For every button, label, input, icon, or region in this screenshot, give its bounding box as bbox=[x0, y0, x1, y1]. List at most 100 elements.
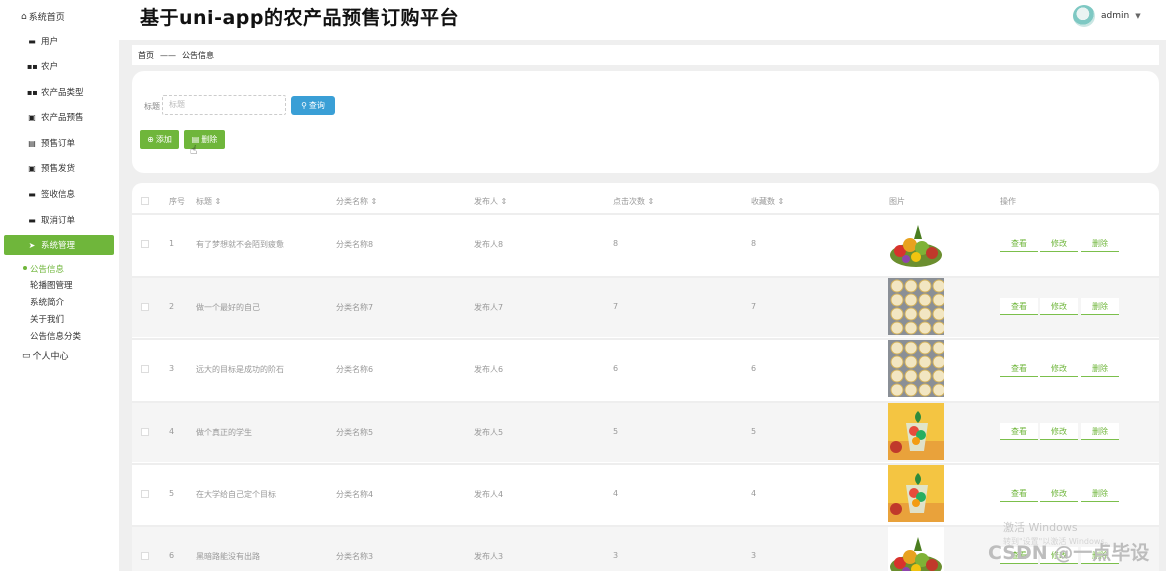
cell-title: 做一个最好的自己 bbox=[196, 303, 260, 312]
edit-button[interactable]: 修改 bbox=[1040, 235, 1078, 252]
table-row: 1 有了梦想就不会陌到疲惫 分类名称8 发布人8 8 8 查看 修改 删除 bbox=[132, 213, 1159, 274]
row-delete-button[interactable]: 删除 bbox=[1081, 485, 1119, 502]
search-button[interactable]: ⚲ 查询 bbox=[291, 96, 335, 115]
row-delete-button[interactable]: 删除 bbox=[1081, 298, 1119, 315]
sidebar-item-presale-orders[interactable]: ▤ 预售订单 bbox=[0, 133, 119, 153]
sidebar-item-label: 签收信息 bbox=[41, 190, 76, 200]
breadcrumb-home[interactable]: 首页 bbox=[138, 50, 154, 61]
cell-publisher: 发布人3 bbox=[474, 552, 504, 561]
sidebar-home[interactable]: ⌂ 系统首页 bbox=[21, 10, 65, 24]
sidebar-sub-system-intro[interactable]: 系统简介 bbox=[30, 296, 64, 308]
plus-circle-icon: ⊕ bbox=[147, 135, 154, 144]
row-checkbox[interactable] bbox=[141, 428, 149, 438]
search-input[interactable]: 标题 bbox=[162, 95, 286, 115]
sidebar-personal-label: 个人中心 bbox=[32, 352, 69, 362]
cell-publisher: 发布人8 bbox=[474, 240, 504, 249]
table-row: 5 在大学给自己定个目标 分类名称4 发布人4 4 4 查看 修改 删除 bbox=[132, 463, 1159, 524]
chart-icon: ▤ bbox=[28, 138, 36, 148]
search-button-label: 查询 bbox=[308, 101, 325, 110]
cell-publisher: 发布人6 bbox=[474, 365, 504, 374]
sidebar-item-cancel-orders[interactable]: ▬ 取消订单 bbox=[0, 210, 119, 230]
edit-button[interactable]: 修改 bbox=[1040, 298, 1078, 315]
sidebar-sub-notices[interactable]: 公告信息 bbox=[30, 263, 64, 275]
sidebar-item-label: 用户 bbox=[41, 37, 59, 47]
cell-title: 在大学给自己定个目标 bbox=[196, 490, 276, 499]
view-button[interactable]: 查看 bbox=[1000, 360, 1038, 377]
cell-index: 6 bbox=[169, 551, 175, 560]
row-delete-button[interactable]: 删除 bbox=[1081, 423, 1119, 440]
header-publisher[interactable]: 发布人 ⇕ bbox=[474, 196, 507, 207]
header-index: 序号 bbox=[169, 197, 185, 206]
page-title: 基于uni-app的农产品预售订购平台 bbox=[140, 7, 459, 29]
search-label: 标题 bbox=[144, 102, 160, 111]
user-menu[interactable]: admin ▼ bbox=[1073, 5, 1141, 27]
calendar-icon: ▭ bbox=[22, 350, 31, 361]
sidebar-item-system-management[interactable]: ➤ 系统管理 bbox=[4, 235, 114, 255]
monitor-icon: ▬ bbox=[28, 189, 36, 199]
edit-button[interactable]: 修改 bbox=[1040, 485, 1078, 502]
active-dot-icon bbox=[23, 266, 27, 270]
view-button[interactable]: 查看 bbox=[1000, 235, 1038, 252]
sidebar-item-presale[interactable]: ▣ 农产品预售 bbox=[0, 107, 119, 127]
sidebar-sub-about-us[interactable]: 关于我们 bbox=[30, 313, 64, 325]
breadcrumb-separator: —— bbox=[160, 50, 176, 60]
search-card: 标题 标题 ⚲ 查询 ⊕ 添加 ▤ 删除 ☝ bbox=[132, 71, 1159, 173]
sidebar-item-product-types[interactable]: ▪▪ 农产品类型 bbox=[0, 82, 119, 102]
grid-icon: ▪▪ bbox=[27, 61, 38, 71]
header-title[interactable]: 标题 ⇕ bbox=[196, 196, 221, 207]
row-checkbox[interactable] bbox=[141, 490, 149, 500]
cell-clicks: 4 bbox=[613, 489, 619, 498]
cell-image bbox=[888, 403, 944, 460]
sidebar-item-label: 预售订单 bbox=[41, 139, 76, 149]
row-checkbox[interactable] bbox=[141, 365, 149, 375]
edit-button[interactable]: 修改 bbox=[1040, 423, 1078, 440]
header-clicks[interactable]: 点击次数 ⇕ bbox=[613, 196, 654, 207]
sidebar-sub-notice-categories[interactable]: 公告信息分类 bbox=[30, 330, 81, 342]
cell-publisher: 发布人5 bbox=[474, 428, 504, 437]
cell-image bbox=[888, 340, 944, 397]
hand-cursor-icon: ☝ bbox=[190, 143, 198, 157]
cell-category: 分类名称5 bbox=[336, 428, 374, 437]
cell-category: 分类名称8 bbox=[336, 240, 374, 249]
cell-title: 做个真正的学生 bbox=[196, 428, 252, 437]
header-category[interactable]: 分类名称 ⇕ bbox=[336, 196, 377, 207]
sidebar-item-receipt-info[interactable]: ▬ 签收信息 bbox=[0, 184, 119, 204]
table-row: 3 远大的目标是成功的阶石 分类名称6 发布人6 6 6 查看 修改 删除 bbox=[132, 338, 1159, 399]
sidebar-sub-carousel[interactable]: 轮播图管理 bbox=[30, 279, 73, 291]
cell-favorites: 8 bbox=[751, 239, 757, 248]
header-ops: 操作 bbox=[1000, 197, 1016, 206]
user-name: admin bbox=[1101, 11, 1130, 21]
cell-favorites: 3 bbox=[751, 551, 757, 560]
sidebar-item-label: 取消订单 bbox=[41, 216, 76, 226]
edit-button[interactable]: 修改 bbox=[1040, 360, 1078, 377]
cell-publisher: 发布人7 bbox=[474, 303, 504, 312]
row-checkbox[interactable] bbox=[141, 240, 149, 250]
cell-clicks: 6 bbox=[613, 364, 619, 373]
row-checkbox[interactable] bbox=[141, 303, 149, 313]
sidebar-item-label: 系统管理 bbox=[41, 241, 76, 251]
breadcrumb-current: 公告信息 bbox=[182, 50, 214, 60]
cell-image bbox=[888, 465, 944, 522]
row-delete-button[interactable]: 删除 bbox=[1081, 235, 1119, 252]
cell-image bbox=[888, 527, 944, 571]
breadcrumb: 首页 —— 公告信息 bbox=[132, 45, 1159, 65]
header-favorites[interactable]: 收藏数 ⇕ bbox=[751, 196, 784, 207]
sidebar-item-farmers[interactable]: ▪▪ 农户 bbox=[0, 56, 119, 76]
cell-image bbox=[888, 215, 944, 272]
cell-title: 远大的目标是成功的阶石 bbox=[196, 365, 284, 374]
sidebar-personal-center[interactable]: ▭ 个人中心 bbox=[22, 349, 69, 363]
select-all-checkbox[interactable] bbox=[141, 197, 149, 207]
cell-clicks: 8 bbox=[613, 239, 619, 248]
sidebar: ⌂ 系统首页 ▬ 用户 ▪▪ 农户 ▪▪ 农产品类型 ▣ 农产品预售 ▤ 预售订… bbox=[0, 0, 119, 571]
printer-icon: ▬ bbox=[28, 215, 36, 225]
view-button[interactable]: 查看 bbox=[1000, 485, 1038, 502]
view-button[interactable]: 查看 bbox=[1000, 298, 1038, 315]
view-button[interactable]: 查看 bbox=[1000, 423, 1038, 440]
sidebar-item-label: 农户 bbox=[41, 62, 59, 72]
sidebar-item-users[interactable]: ▬ 用户 bbox=[0, 31, 119, 51]
cell-index: 1 bbox=[169, 239, 175, 248]
row-delete-button[interactable]: 删除 bbox=[1081, 360, 1119, 377]
sidebar-item-presale-shipping[interactable]: ▣ 预售发货 bbox=[0, 158, 119, 178]
add-button[interactable]: ⊕ 添加 bbox=[140, 130, 179, 149]
row-checkbox[interactable] bbox=[141, 552, 149, 562]
